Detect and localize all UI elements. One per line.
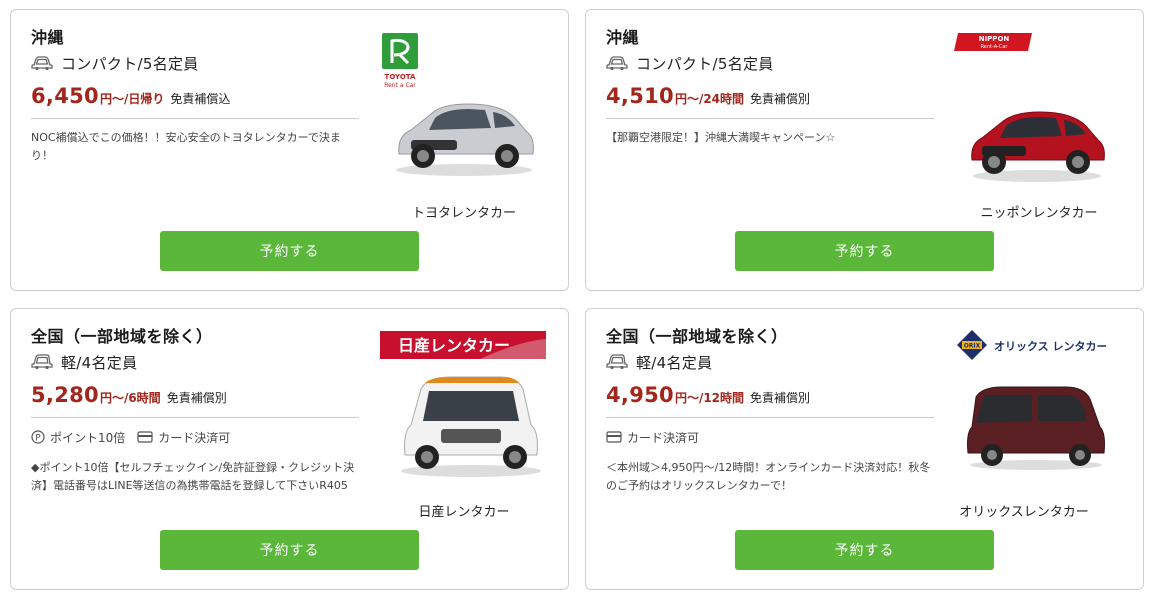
region-label: 全国（一部地域を除く） bbox=[31, 327, 213, 346]
feature-card-payment: カード決済可 bbox=[137, 429, 230, 446]
price-value: 4,510 bbox=[606, 84, 674, 108]
company-name: ニッポンレンタカー bbox=[980, 206, 1098, 221]
car-class-row: コンパクト/5名定員 bbox=[31, 52, 359, 74]
insurance-label: 免責補償込 bbox=[170, 92, 231, 106]
car-photo bbox=[401, 376, 541, 477]
price-unit: 円〜 bbox=[674, 92, 699, 106]
car-class-row: 軽/4名定員 bbox=[31, 351, 359, 373]
car-class-text: コンパクト/5名定員 bbox=[61, 54, 199, 73]
price-value: 5,280 bbox=[31, 383, 99, 407]
divider bbox=[31, 417, 359, 418]
car-class-text: 軽/4名定員 bbox=[636, 353, 713, 372]
plan-card: 全国（一部地域を除く） 軽/4名定員 5,280 円〜 /6時間 免責補償別 P… bbox=[10, 308, 569, 590]
plan-card: 沖縄 コンパクト/5名定員 6,450 円〜 /日帰り 免責補償込 NOC補償込… bbox=[10, 9, 569, 291]
car-photo bbox=[971, 111, 1105, 182]
plan-info: 全国（一部地域を除く） 軽/4名定員 5,280 円〜 /6時間 免責補償別 P… bbox=[31, 327, 359, 495]
price-unit: 円〜 bbox=[674, 391, 699, 405]
car-icon bbox=[31, 354, 53, 370]
car-icon bbox=[31, 56, 53, 71]
reserve-button[interactable]: 予約する bbox=[735, 231, 994, 271]
car-class-text: コンパクト/5名定員 bbox=[636, 54, 774, 73]
region-label: 沖縄 bbox=[31, 28, 65, 47]
toyota-rent-a-car-logo: TOYOTA Rent a Car bbox=[382, 33, 418, 89]
price-row: 5,280 円〜 /6時間 免責補償別 bbox=[31, 383, 359, 409]
logo-text: 日産レンタカー bbox=[398, 336, 510, 355]
feature-label: カード決済可 bbox=[627, 430, 700, 445]
svg-text:P: P bbox=[35, 434, 41, 444]
feature-label: カード決済可 bbox=[158, 430, 231, 445]
nippon-rent-a-car-logo: NIPPON Rent-A-Car bbox=[954, 33, 1032, 51]
company-name: オリックスレンタカー bbox=[959, 505, 1089, 520]
price-row: 6,450 円〜 /日帰り 免責補償込 bbox=[31, 84, 359, 110]
reserve-button[interactable]: 予約する bbox=[735, 530, 994, 570]
car-icon bbox=[606, 56, 628, 71]
divider bbox=[606, 118, 934, 119]
price-row: 4,510 円〜 /24時間 免責補償別 bbox=[606, 84, 934, 110]
reserve-button[interactable]: 予約する bbox=[160, 530, 419, 570]
plan-info: 全国（一部地域を除く） 軽/4名定員 4,950 円〜 /12時間 免責補償別 … bbox=[606, 327, 934, 495]
reserve-button[interactable]: 予約する bbox=[160, 231, 419, 271]
region-label: 沖縄 bbox=[606, 28, 640, 47]
logo-subtext: オリックス レンタカー bbox=[994, 340, 1106, 353]
rental-duration: /6時間 bbox=[123, 391, 161, 405]
plan-info: 沖縄 コンパクト/5名定員 6,450 円〜 /日帰り 免責補償込 NOC補償込… bbox=[31, 28, 359, 165]
plan-card: 沖縄 コンパクト/5名定員 4,510 円〜 /24時間 免責補償別 【那覇空港… bbox=[585, 9, 1144, 291]
car-icon bbox=[606, 354, 628, 370]
car-photo bbox=[396, 103, 534, 176]
region-label: 全国（一部地域を除く） bbox=[606, 327, 788, 346]
orix-rent-a-car-logo: ORIX オリックス レンタカー bbox=[957, 330, 1106, 360]
price-row: 4,950 円〜 /12時間 免責補償別 bbox=[606, 383, 934, 409]
price-value: 6,450 bbox=[31, 84, 99, 108]
feature-points: P ポイント10倍 bbox=[31, 429, 125, 446]
logo-subtext: Rent-A-Car bbox=[981, 44, 1009, 50]
divider bbox=[31, 118, 359, 119]
logo-text: NIPPON bbox=[979, 35, 1010, 43]
plan-info: 沖縄 コンパクト/5名定員 4,510 円〜 /24時間 免責補償別 【那覇空港… bbox=[606, 28, 934, 147]
feature-label: ポイント10倍 bbox=[50, 430, 126, 445]
plan-description: NOC補償込でこの価格！！安心安全のトヨタレンタカーで決まり！ bbox=[31, 131, 341, 162]
price-unit: 円〜 bbox=[99, 92, 124, 106]
rental-duration: /12時間 bbox=[698, 391, 745, 405]
insurance-label: 免責補償別 bbox=[166, 391, 227, 405]
feature-list: カード決済可 bbox=[606, 427, 934, 447]
credit-card-icon bbox=[606, 431, 622, 443]
car-class-row: コンパクト/5名定員 bbox=[606, 52, 934, 74]
price-unit: 円〜 bbox=[99, 391, 124, 405]
feature-list: P ポイント10倍 カード決済可 bbox=[31, 427, 359, 447]
rental-plan-grid: 沖縄 コンパクト/5名定員 6,450 円〜 /日帰り 免責補償込 NOC補償込… bbox=[0, 0, 1155, 599]
logo-text: TOYOTA bbox=[385, 73, 416, 81]
plan-description: ◆ポイント10倍【セルフチェックイン/免許証登録・クレジット決済】電話番号はLI… bbox=[31, 461, 355, 492]
feature-card-payment: カード決済可 bbox=[606, 429, 699, 446]
logo-subtext: Rent a Car bbox=[384, 82, 416, 89]
rental-duration: /日帰り bbox=[123, 92, 165, 106]
company-name: 日産レンタカー bbox=[418, 505, 510, 520]
logo-text: ORIX bbox=[964, 343, 981, 350]
points-icon: P bbox=[31, 430, 45, 444]
car-photo bbox=[967, 386, 1105, 470]
divider bbox=[606, 417, 934, 418]
insurance-label: 免責補償別 bbox=[750, 92, 811, 106]
plan-description: ＜本州域＞4,950円〜/12時間！オンラインカード決済対応！秋冬のご予約はオリ… bbox=[606, 461, 931, 492]
credit-card-icon bbox=[137, 431, 153, 443]
plan-card: 全国（一部地域を除く） 軽/4名定員 4,950 円〜 /12時間 免責補償別 … bbox=[585, 308, 1144, 590]
plan-description: 【那覇空港限定！】沖縄大満喫キャンペーン☆ bbox=[606, 131, 836, 144]
insurance-label: 免責補償別 bbox=[750, 391, 811, 405]
company-name: トヨタレンタカー bbox=[411, 206, 516, 221]
rental-duration: /24時間 bbox=[698, 92, 745, 106]
nissan-rent-a-car-logo: 日産レンタカー bbox=[380, 331, 546, 359]
car-class-row: 軽/4名定員 bbox=[606, 351, 934, 373]
price-value: 4,950 bbox=[606, 383, 674, 407]
car-class-text: 軽/4名定員 bbox=[61, 353, 138, 372]
